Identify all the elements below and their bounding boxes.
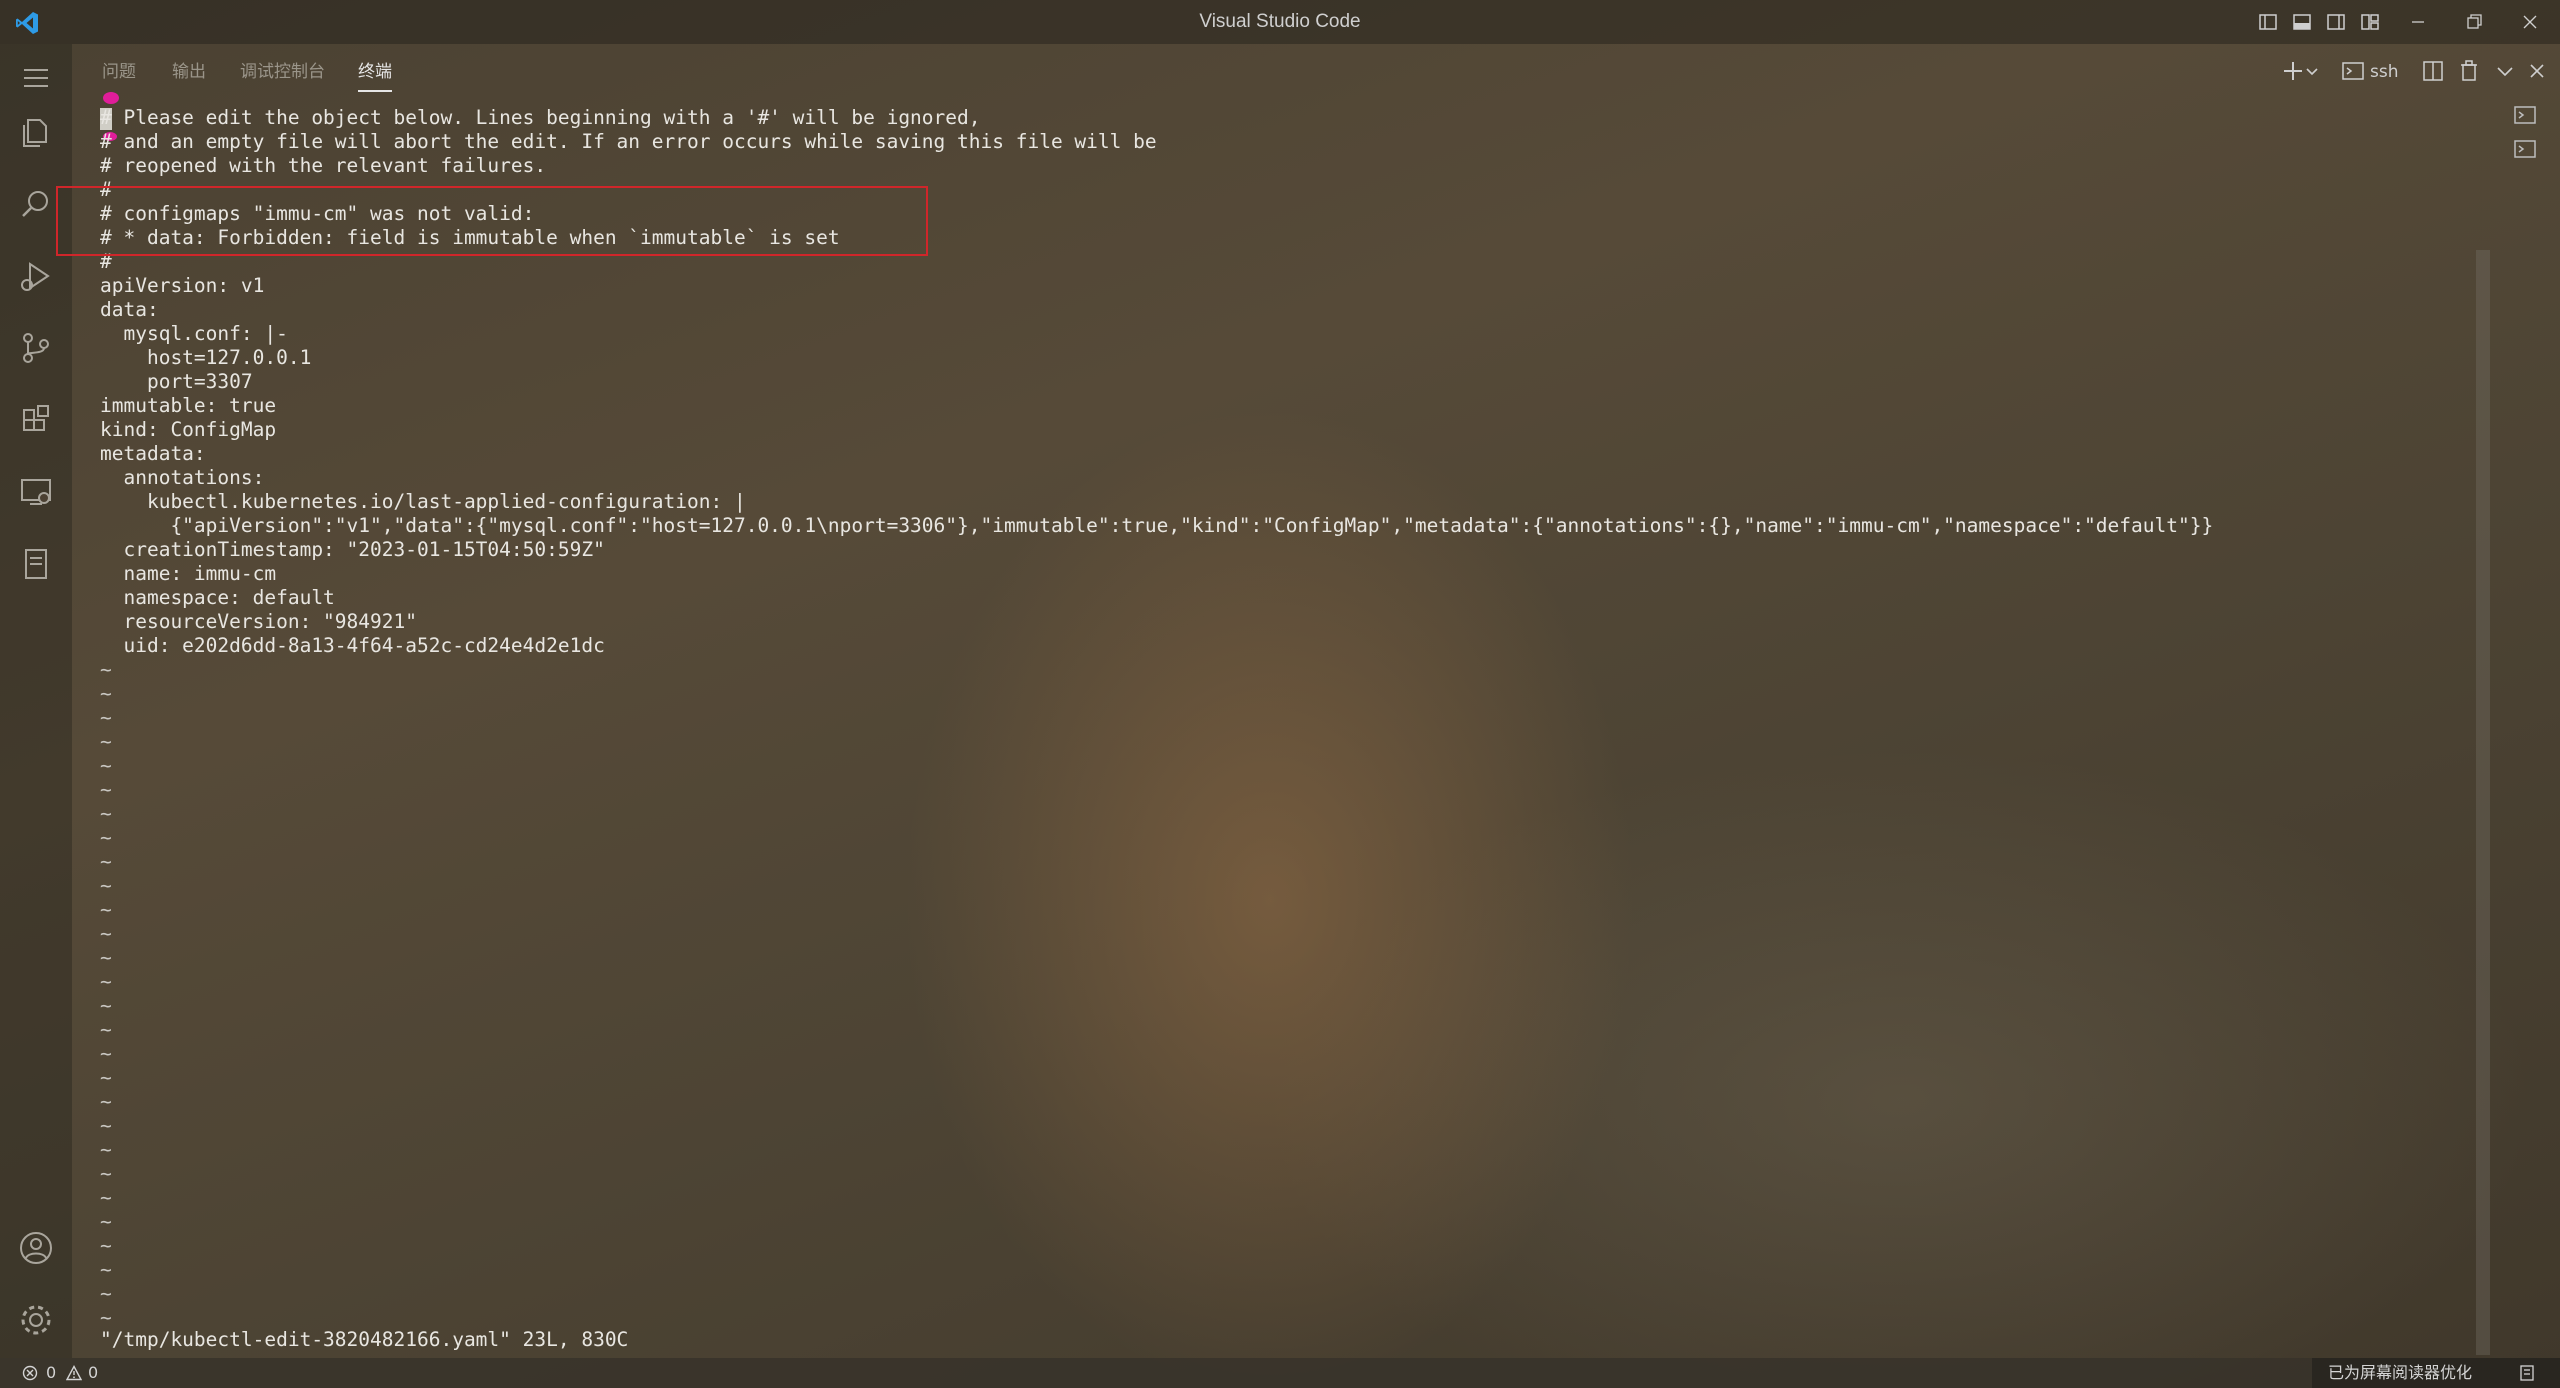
title-bar: Visual Studio Code (0, 0, 2560, 44)
terminal-line: mysql.conf: |- (100, 322, 288, 345)
explorer-icon[interactable] (16, 112, 56, 152)
terminal-icon (2340, 58, 2366, 84)
terminal-empty-line-tilde: ~ (100, 730, 112, 753)
terminal-line: namespace: default (100, 586, 335, 609)
screen-reader-status[interactable]: 已为屏幕阅读器优化 (2328, 1358, 2472, 1388)
terminal-empty-line-tilde: ~ (100, 778, 112, 801)
terminal-line: apiVersion: v1 (100, 274, 265, 297)
terminal-empty-line-tilde: ~ (100, 1162, 112, 1185)
terminal-empty-line-tilde: ~ (100, 1258, 112, 1281)
terminal-line: kubectl.kubernetes.io/last-applied-confi… (100, 490, 746, 513)
vscode-window: Visual Studio Code 问题 输出 调试控制台 终端 ssh # … (0, 0, 2560, 1388)
tab-debug-console[interactable]: 调试控制台 (240, 60, 325, 84)
split-terminal-icon[interactable] (2420, 58, 2446, 84)
notebook-icon[interactable] (16, 544, 56, 584)
error-highlight-box (56, 186, 928, 256)
terminal-empty-line-tilde: ~ (100, 1234, 112, 1257)
terminal-empty-line-tilde: ~ (100, 754, 112, 777)
menu-icon[interactable] (16, 58, 56, 98)
terminal-line: name: immu-cm (100, 562, 277, 585)
terminal-line: creationTimestamp: "2023-01-15T04:50:59Z… (100, 538, 605, 561)
terminal-empty-line-tilde: ~ (100, 898, 112, 921)
close-panel-icon[interactable] (2524, 58, 2550, 84)
run-debug-icon[interactable] (16, 256, 56, 296)
terminal-empty-line-tilde: ~ (100, 826, 112, 849)
terminal-line: # and an empty file will abort the edit.… (100, 130, 1157, 153)
close-window-button[interactable] (2502, 0, 2558, 44)
terminal-empty-line-tilde: ~ (100, 1138, 112, 1161)
terminal-line: port=3307 (100, 370, 253, 393)
terminal-empty-line-tilde: ~ (100, 706, 112, 729)
terminal-line: annotations: (100, 466, 265, 489)
terminal-line: kind: ConfigMap (100, 418, 277, 441)
panel-header: 问题 输出 调试控制台 终端 ssh (72, 44, 2560, 100)
terminal-line: uid: e202d6dd-8a13-4f64-a52c-cd24e4d2e1d… (100, 634, 605, 657)
status-bar: 0 0 已为屏幕阅读器优化 (0, 1358, 2560, 1388)
terminal-line: resourceVersion: "984921" (100, 610, 417, 633)
search-icon[interactable] (16, 184, 56, 224)
terminal-empty-line-tilde: ~ (100, 1114, 112, 1137)
tab-output[interactable]: 输出 (172, 60, 206, 84)
warning-count[interactable]: 0 (88, 1358, 98, 1388)
chevron-down-icon[interactable] (2304, 58, 2320, 84)
terminal-name-label[interactable]: ssh (2370, 60, 2399, 84)
mouse-pointer-marker (103, 92, 119, 104)
terminal-line: data: (100, 298, 159, 321)
warning-icon[interactable] (65, 1358, 83, 1388)
terminal-line: # reopened with the relevant failures. (100, 154, 547, 177)
terminal-empty-line-tilde: ~ (100, 874, 112, 897)
terminal-empty-line-tilde: ~ (100, 682, 112, 705)
terminal-scrollbar[interactable] (2476, 250, 2490, 1355)
new-terminal-plus-icon[interactable] (2280, 58, 2306, 84)
tab-problems[interactable]: 问题 (102, 60, 136, 84)
terminal-instance-icon[interactable] (2512, 136, 2538, 162)
restore-button[interactable] (2446, 0, 2502, 44)
terminal-empty-line-tilde: ~ (100, 1210, 112, 1233)
terminal-empty-line-tilde: ~ (100, 850, 112, 873)
error-icon[interactable] (22, 1358, 38, 1388)
terminal-empty-line-tilde: ~ (100, 1018, 112, 1041)
terminal-line: immutable: true (100, 394, 277, 417)
terminal-empty-line-tilde: ~ (100, 994, 112, 1017)
terminal-line: # Please edit the object below. Lines be… (100, 106, 981, 129)
terminal-empty-line-tilde: ~ (100, 1282, 112, 1305)
toggle-panel-icon[interactable] (2292, 12, 2312, 32)
terminal-line: host=127.0.0.1 (100, 346, 312, 369)
trash-icon[interactable] (2456, 58, 2482, 84)
notifications-bell-icon[interactable] (2518, 1358, 2536, 1388)
accounts-icon[interactable] (16, 1228, 56, 1268)
terminal-tabs-list (2490, 96, 2560, 176)
maximize-panel-chevron-icon[interactable] (2492, 58, 2518, 84)
minimize-button[interactable] (2390, 0, 2446, 44)
terminal-empty-line-tilde: ~ (100, 922, 112, 945)
terminal-empty-line-tilde: ~ (100, 1306, 112, 1329)
terminal-empty-line-tilde: ~ (100, 658, 112, 681)
terminal-empty-line-tilde: ~ (100, 1066, 112, 1089)
source-control-icon[interactable] (16, 328, 56, 368)
customize-layout-icon[interactable] (2360, 12, 2380, 32)
terminal-output[interactable]: # Please edit the object below. Lines be… (100, 106, 2480, 1356)
window-title: Visual Studio Code (1199, 11, 1361, 32)
terminal-instance-icon[interactable] (2512, 102, 2538, 128)
toggle-primary-sidebar-icon[interactable] (2258, 12, 2278, 32)
remote-explorer-icon[interactable] (16, 472, 56, 512)
tab-terminal[interactable]: 终端 (358, 60, 392, 92)
error-count[interactable]: 0 (46, 1358, 56, 1388)
vim-status-line: "/tmp/kubectl-edit-3820482166.yaml" 23L,… (100, 1328, 629, 1351)
terminal-empty-line-tilde: ~ (100, 1186, 112, 1209)
terminal-empty-line-tilde: ~ (100, 970, 112, 993)
terminal-empty-line-tilde: ~ (100, 1042, 112, 1065)
terminal-line: metadata: (100, 442, 206, 465)
terminal-line: {"apiVersion":"v1","data":{"mysql.conf":… (100, 514, 2214, 537)
terminal-empty-line-tilde: ~ (100, 802, 112, 825)
extensions-icon[interactable] (16, 400, 56, 440)
toggle-secondary-sidebar-icon[interactable] (2326, 12, 2346, 32)
terminal-empty-line-tilde: ~ (100, 1090, 112, 1113)
settings-gear-icon[interactable] (16, 1300, 56, 1340)
terminal-empty-line-tilde: ~ (100, 946, 112, 969)
